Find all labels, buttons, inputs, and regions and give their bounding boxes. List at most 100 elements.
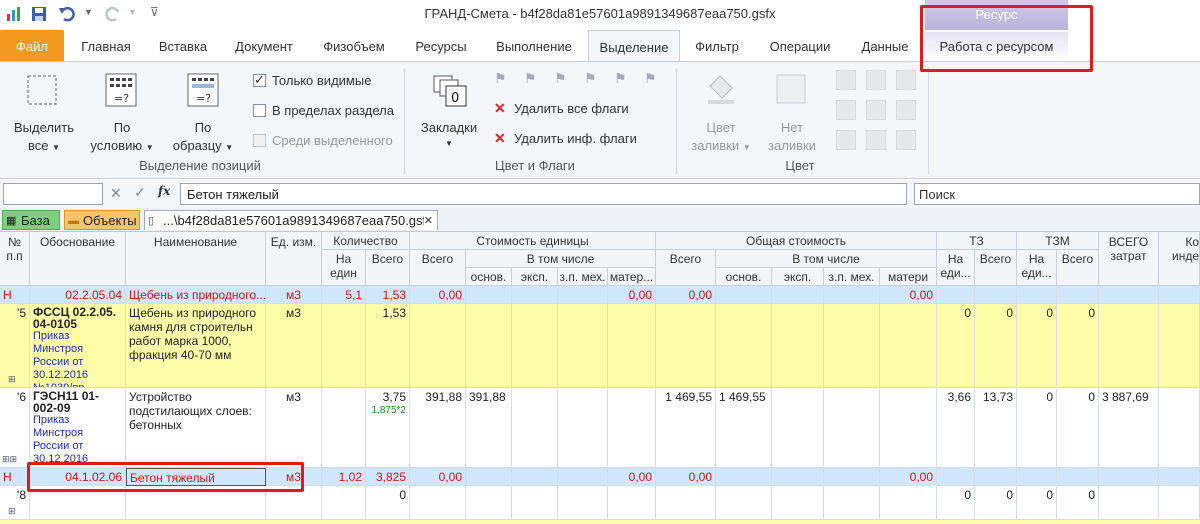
header-tzm-per[interactable]: На еди... [1017,250,1057,286]
color-swatch[interactable] [866,70,886,90]
header-qty-per[interactable]: На един [322,250,366,286]
tab-operations[interactable]: Операции [758,30,842,62]
fx-icon[interactable]: fx [158,184,170,198]
no-fill-icon [776,74,806,104]
redo-icon[interactable] [104,5,122,23]
by-sample-button[interactable]: =? По образцу ▼ [168,62,238,162]
header-tc-total[interactable]: Всего [656,250,716,286]
search-input[interactable]: Поиск [914,183,1200,205]
save-icon[interactable] [30,5,48,23]
within-section-checkbox[interactable] [253,104,266,117]
formula-input[interactable]: Бетон тяжелый [180,183,907,205]
header-tc-eksp[interactable]: эксп. [772,268,824,286]
sample-icon: =? [187,73,219,107]
header-uc-osn[interactable]: основ. [466,268,512,286]
cell-reference-input[interactable] [3,183,103,205]
by-condition-button[interactable]: =? По условию ▼ [88,62,156,162]
color-swatch[interactable] [896,130,916,150]
header-uc-eksp[interactable]: эксп. [512,268,558,286]
only-visible-checkbox[interactable] [253,72,266,88]
tab-physical-volume[interactable]: Физобъем [312,30,396,62]
sheet-tab-objects[interactable]: ▬ Объекты [64,210,140,230]
header-total-cost[interactable]: Общая стоимость [656,232,937,250]
bookmarks-button[interactable]: 0 Закладки ▼ [414,62,484,158]
header-uc-mater[interactable]: матер... [608,268,656,286]
header-tc-osn[interactable]: основ. [716,268,772,286]
sheet-tab-base[interactable]: ▦ База [2,210,60,230]
svg-text:0: 0 [451,91,459,106]
cancel-icon[interactable]: ✕ [110,185,122,202]
table-row[interactable]: Н 02.2.05.04 Щебень из природного... м3 … [0,286,1200,304]
expand-icon[interactable]: ⊞ [8,506,16,517]
no-fill-button[interactable]: Нет заливки [760,62,824,158]
color-swatch[interactable] [836,130,856,150]
flag-icon[interactable]: ⚑ [554,70,567,87]
expand-icon[interactable]: ⊞ [8,374,16,385]
header-uc-incl[interactable]: В том числе [466,250,656,268]
header-all-costs[interactable]: ВСЕГО затрат [1099,232,1159,286]
header-tz-per[interactable]: На еди... [937,250,975,286]
flag-icon[interactable]: ⚑ [494,70,507,87]
customize-qat-icon[interactable]: ⊽ [150,5,159,19]
color-swatch[interactable] [836,100,856,120]
header-tz[interactable]: ТЗ [937,232,1017,250]
header-tz-total[interactable]: Всего [975,250,1017,286]
flag-icon[interactable]: ⚑ [614,70,627,87]
confirm-icon[interactable]: ✓ [134,184,146,201]
formula-bar: ✕ ✓ fx Бетон тяжелый Поиск [0,180,1200,208]
header-tc-incl[interactable]: В том числе [716,250,937,268]
header-unit-cost[interactable]: Стоимость единицы [410,232,656,250]
color-swatch[interactable] [866,130,886,150]
only-visible-label: Только видимые [272,73,372,88]
header-koef[interactable]: Ко инде [1159,232,1200,286]
chevron-down-icon: ▼ [52,143,61,152]
bookmarks-icon: 0 [433,75,467,107]
tab-file[interactable]: Файл [0,30,64,62]
ribbon-separator [404,68,405,174]
sheet-tab-document[interactable]: ▯ ...\b4f28da81e57601a9891349687eaa750.gs… [144,210,438,230]
flag-icon[interactable]: ⚑ [644,70,657,87]
header-qty-total[interactable]: Всего [366,250,410,286]
header-unit[interactable]: Ед. изм. [266,232,322,286]
fill-color-button[interactable]: Цвет заливки ▼ [686,62,756,158]
color-swatch[interactable] [896,70,916,90]
among-selected-checkbox[interactable] [253,134,266,147]
header-basis[interactable]: Обоснование [30,232,126,286]
header-tzm[interactable]: ТЗМ [1017,232,1099,250]
flag-icon[interactable]: ⚑ [524,70,537,87]
color-swatch[interactable] [836,70,856,90]
table-row [0,520,1200,524]
header-uc-total[interactable]: Всего [410,250,466,286]
color-swatch[interactable] [866,100,886,120]
tab-resources[interactable]: Ресурсы [404,30,478,62]
app-logo-icon[interactable] [5,5,23,23]
header-uc-zpmeh[interactable]: з.п. мех. [558,268,608,286]
header-num[interactable]: № п.п [0,232,30,286]
tab-document[interactable]: Документ [224,30,304,62]
table-row[interactable]: '5 ФССЦ 02.2.05.04-0105 Приказ Минстроя … [0,304,1200,388]
table-row[interactable]: '6 ГЭСН11 01-002-09 Приказ Минстроя Росс… [0,388,1200,468]
expand-icon[interactable]: ⊞⊞ [2,454,17,465]
tab-data[interactable]: Данные [850,30,920,62]
undo-dropdown-icon[interactable]: ▼ [84,7,93,17]
svg-text:=?: =? [196,92,211,105]
tab-insert[interactable]: Вставка [148,30,218,62]
header-tzm-total[interactable]: Всего [1057,250,1099,286]
tab-filter[interactable]: Фильтр [686,30,748,62]
tab-home[interactable]: Главная [70,30,142,62]
select-all-button[interactable]: Выделить все ▼ [10,62,78,162]
paint-bucket-icon [708,75,734,104]
chevron-down-icon: ▼ [742,143,751,152]
header-qty[interactable]: Количество [322,232,410,250]
undo-icon[interactable] [58,5,76,23]
redo-dropdown-icon[interactable]: ▼ [128,7,137,17]
color-swatch[interactable] [896,100,916,120]
header-name[interactable]: Наименование [126,232,266,286]
close-icon[interactable]: ✕ [423,211,433,230]
tab-selection[interactable]: Выделение [588,30,680,62]
flag-icon[interactable]: ⚑ [584,70,597,87]
delete-flags-icon: ✕ [494,100,506,116]
header-tc-mater[interactable]: матери [880,268,937,286]
header-tc-zpmeh[interactable]: з.п. мех. [824,268,880,286]
tab-execution[interactable]: Выполнение [486,30,582,62]
